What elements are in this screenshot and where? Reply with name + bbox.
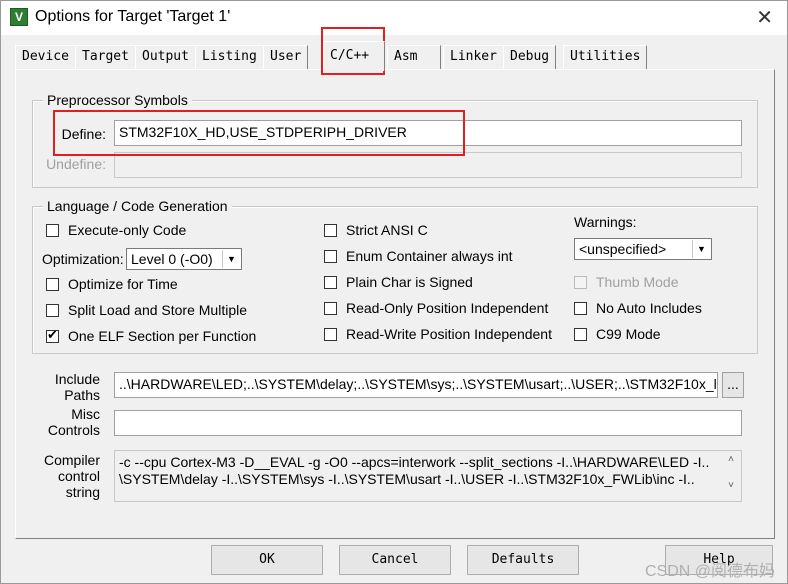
tab-debug[interactable]: Debug <box>503 45 557 69</box>
define-label: Define: <box>61 126 106 142</box>
undefine-input[interactable] <box>114 152 742 178</box>
include-paths-label-line1: Include <box>54 371 100 387</box>
tab-target[interactable]: Target <box>75 45 136 69</box>
execute-only-label: Execute-only Code <box>68 222 187 238</box>
undefine-label: Undefine: <box>46 156 106 172</box>
include-paths-label-line2: Paths <box>64 387 100 403</box>
close-icon[interactable]: ✕ <box>756 5 773 30</box>
strict-ansi-checkbox[interactable] <box>324 224 337 237</box>
scroll-up-icon[interactable]: ˄ <box>722 454 740 465</box>
warnings-select[interactable]: <unspecified> ▼ <box>574 238 712 260</box>
define-input[interactable]: STM32F10X_HD,USE_STDPERIPH_DRIVER <box>114 120 742 146</box>
compiler-string-textarea[interactable]: -c --cpu Cortex-M3 -D__EVAL -g -O0 --apc… <box>114 450 742 502</box>
tab-user[interactable]: User <box>263 45 309 69</box>
include-paths-label: Include Paths <box>36 371 100 403</box>
title-bar: V Options for Target 'Target 1' ✕ <box>1 1 787 35</box>
warnings-value: <unspecified> <box>579 241 667 257</box>
plain-char-label: Plain Char is Signed <box>346 274 473 290</box>
thumb-mode-checkbox[interactable] <box>574 276 587 289</box>
rw-position-checkbox[interactable] <box>324 328 337 341</box>
ro-position-checkbox[interactable] <box>324 302 337 315</box>
compiler-string-label: Compiler control string <box>36 452 100 500</box>
misc-controls-input[interactable] <box>114 410 742 436</box>
execute-only-checkbox[interactable] <box>46 224 59 237</box>
cc-tab-panel: Preprocessor Symbols Define: STM32F10X_H… <box>15 69 775 539</box>
split-load-label: Split Load and Store Multiple <box>68 302 247 318</box>
window-title: Options for Target 'Target 1' <box>35 8 231 25</box>
tab-utilities[interactable]: Utilities <box>563 45 648 69</box>
compiler-string-label-line1: Compiler <box>43 452 100 468</box>
warnings-label: Warnings: <box>574 214 637 230</box>
plain-char-checkbox[interactable] <box>324 276 337 289</box>
tab-output[interactable]: Output <box>135 45 196 69</box>
tab-cc[interactable]: C/C++ <box>323 41 385 71</box>
misc-controls-label: Misc Controls <box>36 406 100 438</box>
optimization-value: Level 0 (-O0) <box>131 251 213 267</box>
language-group-title: Language / Code Generation <box>43 198 232 214</box>
tab-listing[interactable]: Listing <box>195 45 264 69</box>
watermark: CSDN @阅德布妈 <box>644 563 775 580</box>
optimization-select[interactable]: Level 0 (-O0) ▼ <box>126 248 242 270</box>
rw-position-label: Read-Write Position Independent <box>346 326 552 342</box>
enum-container-checkbox[interactable] <box>324 250 337 263</box>
optimize-time-label: Optimize for Time <box>68 276 178 292</box>
misc-controls-label-line2: Controls <box>47 422 100 438</box>
include-paths-input[interactable]: ..\HARDWARE\LED;..\SYSTEM\delay;..\SYSTE… <box>114 372 718 398</box>
compiler-string-label-line3: string <box>65 484 100 500</box>
compiler-string-line2: \SYSTEM\delay -I..\SYSTEM\sys -I..\SYSTE… <box>119 471 695 487</box>
thumb-mode-label: Thumb Mode <box>596 274 679 290</box>
c99-mode-checkbox[interactable] <box>574 328 587 341</box>
checkmark-icon: ✔ <box>47 327 58 342</box>
tab-bar: Device Target Output Listing User C/C++ … <box>15 41 775 71</box>
ro-position-label: Read-Only Position Independent <box>346 300 549 316</box>
one-elf-label: One ELF Section per Function <box>68 328 257 344</box>
compiler-string-line1: -c --cpu Cortex-M3 -D__EVAL -g -O0 --apc… <box>119 454 710 470</box>
defaults-button[interactable]: Defaults <box>467 545 579 575</box>
split-load-checkbox[interactable] <box>46 304 59 317</box>
ok-button[interactable]: OK <box>211 545 323 575</box>
misc-controls-label-line1: Misc <box>71 406 100 422</box>
optimize-time-checkbox[interactable] <box>46 278 59 291</box>
tab-device[interactable]: Device <box>15 45 76 69</box>
enum-container-label: Enum Container always int <box>346 248 513 264</box>
one-elf-checkbox[interactable]: ✔ <box>46 327 59 343</box>
chevron-down-icon: ▼ <box>692 240 710 258</box>
c99-mode-label: C99 Mode <box>596 326 661 342</box>
preprocessor-group-title: Preprocessor Symbols <box>43 92 192 108</box>
strict-ansi-label: Strict ANSI C <box>346 222 428 238</box>
options-dialog: V Options for Target 'Target 1' ✕ Device… <box>0 0 788 584</box>
cancel-button[interactable]: Cancel <box>339 545 451 575</box>
compiler-string-label-line2: control <box>57 468 100 484</box>
chevron-down-icon: ▼ <box>222 250 240 268</box>
include-paths-browse-button[interactable]: ... <box>722 372 744 398</box>
optimization-label: Optimization: <box>42 251 124 267</box>
tab-asm[interactable]: Asm <box>387 45 441 69</box>
tab-linker[interactable]: Linker <box>443 45 504 69</box>
no-auto-includes-label: No Auto Includes <box>596 300 702 316</box>
scroll-down-icon[interactable]: ˅ <box>722 480 740 491</box>
no-auto-includes-checkbox[interactable] <box>574 302 587 315</box>
keil-app-icon: V <box>10 8 28 26</box>
